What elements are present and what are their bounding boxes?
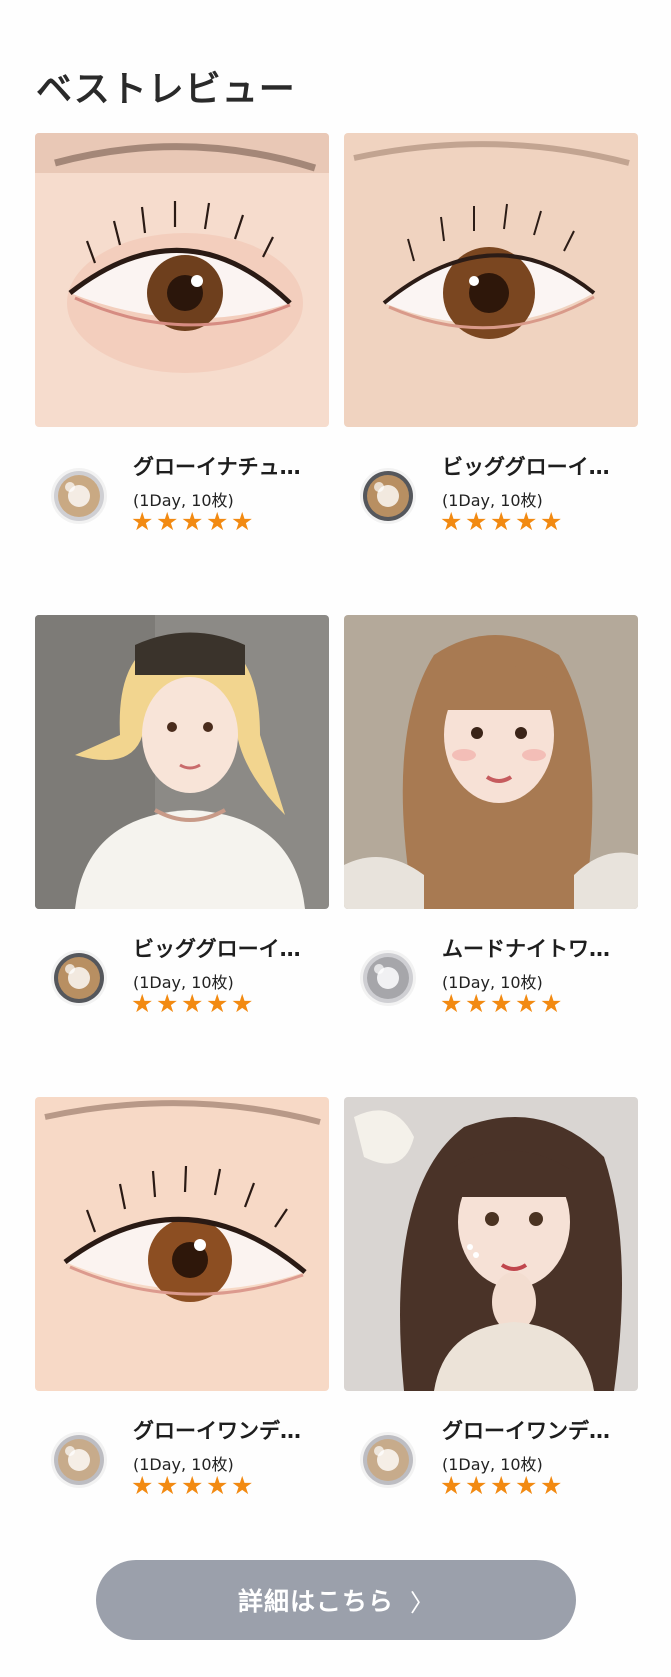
star-icon: ★ (440, 507, 463, 536)
star-icon: ★ (131, 1471, 154, 1500)
review-card[interactable]: ビッググローイ… (1Day, 10枚) ★ ★ ★ ★ ★ (344, 133, 638, 615)
review-info: ムードナイトワ… (1Day, 10枚) ★ ★ ★ ★ ★ (358, 927, 638, 1023)
portrait-photo[interactable] (344, 615, 638, 909)
view-details-label: 詳細はこちら (237, 1588, 394, 1616)
lens-thumbnail (49, 948, 109, 1008)
lens-thumbnail (49, 466, 109, 526)
rating-stars: ★ ★ ★ ★ ★ (440, 1471, 563, 1500)
lens-thumbnail (358, 1430, 418, 1490)
eye-closeup-photo[interactable] (344, 133, 638, 427)
star-icon: ★ (490, 989, 513, 1018)
review-info: グローイワンデ… (1Day, 10枚) ★ ★ ★ ★ ★ (358, 1409, 638, 1505)
portrait-photo[interactable] (35, 615, 329, 909)
best-review-section: ベストレビュー グローイナチュ… (1Day, 10枚) ★ ★ ★ ★ ★ ビ… (0, 0, 671, 1677)
review-card[interactable]: ビッググローイ… (1Day, 10枚) ★ ★ ★ ★ ★ (35, 615, 329, 1097)
star-icon: ★ (540, 989, 563, 1018)
eye-closeup-photo[interactable] (35, 133, 329, 427)
review-card[interactable]: グローイワンデ… (1Day, 10枚) ★ ★ ★ ★ ★ (35, 1097, 329, 1579)
star-icon: ★ (515, 989, 538, 1018)
star-icon: ★ (206, 1471, 229, 1500)
product-name[interactable]: ビッググローイ… (442, 451, 630, 481)
view-details-button[interactable]: 詳細はこちら 〉 (96, 1560, 576, 1640)
portrait-photo[interactable] (344, 1097, 638, 1391)
star-icon: ★ (540, 507, 563, 536)
rating-stars: ★ ★ ★ ★ ★ (131, 989, 254, 1018)
product-name[interactable]: ビッググローイ… (133, 933, 321, 963)
product-name[interactable]: ムードナイトワ… (442, 933, 630, 963)
review-card[interactable]: グローイワンデ… (1Day, 10枚) ★ ★ ★ ★ ★ (344, 1097, 638, 1579)
lens-thumbnail (49, 1430, 109, 1490)
star-icon: ★ (206, 507, 229, 536)
star-icon: ★ (490, 507, 513, 536)
star-icon: ★ (231, 507, 254, 536)
review-card[interactable]: グローイナチュ… (1Day, 10枚) ★ ★ ★ ★ ★ (35, 133, 329, 615)
review-info: ビッググローイ… (1Day, 10枚) ★ ★ ★ ★ ★ (49, 927, 329, 1023)
rating-stars: ★ ★ ★ ★ ★ (440, 989, 563, 1018)
star-icon: ★ (231, 1471, 254, 1500)
star-icon: ★ (465, 989, 488, 1018)
review-info: グローイワンデ… (1Day, 10枚) ★ ★ ★ ★ ★ (49, 1409, 329, 1505)
review-info: ビッググローイ… (1Day, 10枚) ★ ★ ★ ★ ★ (358, 445, 638, 541)
star-icon: ★ (181, 507, 204, 536)
review-grid: グローイナチュ… (1Day, 10枚) ★ ★ ★ ★ ★ ビッググローイ… … (35, 133, 638, 1579)
rating-stars: ★ ★ ★ ★ ★ (440, 507, 563, 536)
rating-stars: ★ ★ ★ ★ ★ (131, 1471, 254, 1500)
lens-thumbnail (358, 466, 418, 526)
section-title: ベストレビュー (36, 69, 296, 110)
star-icon: ★ (515, 1471, 538, 1500)
star-icon: ★ (465, 1471, 488, 1500)
star-icon: ★ (156, 1471, 179, 1500)
product-name[interactable]: グローイワンデ… (442, 1415, 630, 1445)
star-icon: ★ (540, 1471, 563, 1500)
star-icon: ★ (440, 989, 463, 1018)
chevron-right-icon: 〉 (410, 1589, 434, 1617)
star-icon: ★ (156, 989, 179, 1018)
review-info: グローイナチュ… (1Day, 10枚) ★ ★ ★ ★ ★ (49, 445, 329, 541)
star-icon: ★ (465, 507, 488, 536)
star-icon: ★ (490, 1471, 513, 1500)
star-icon: ★ (131, 507, 154, 536)
star-icon: ★ (181, 1471, 204, 1500)
product-name[interactable]: グローイワンデ… (133, 1415, 321, 1445)
eye-closeup-photo[interactable] (35, 1097, 329, 1391)
star-icon: ★ (440, 1471, 463, 1500)
lens-thumbnail (358, 948, 418, 1008)
star-icon: ★ (206, 989, 229, 1018)
star-icon: ★ (181, 989, 204, 1018)
star-icon: ★ (131, 989, 154, 1018)
rating-stars: ★ ★ ★ ★ ★ (131, 507, 254, 536)
star-icon: ★ (156, 507, 179, 536)
star-icon: ★ (515, 507, 538, 536)
star-icon: ★ (231, 989, 254, 1018)
product-name[interactable]: グローイナチュ… (133, 451, 321, 481)
review-card[interactable]: ムードナイトワ… (1Day, 10枚) ★ ★ ★ ★ ★ (344, 615, 638, 1097)
